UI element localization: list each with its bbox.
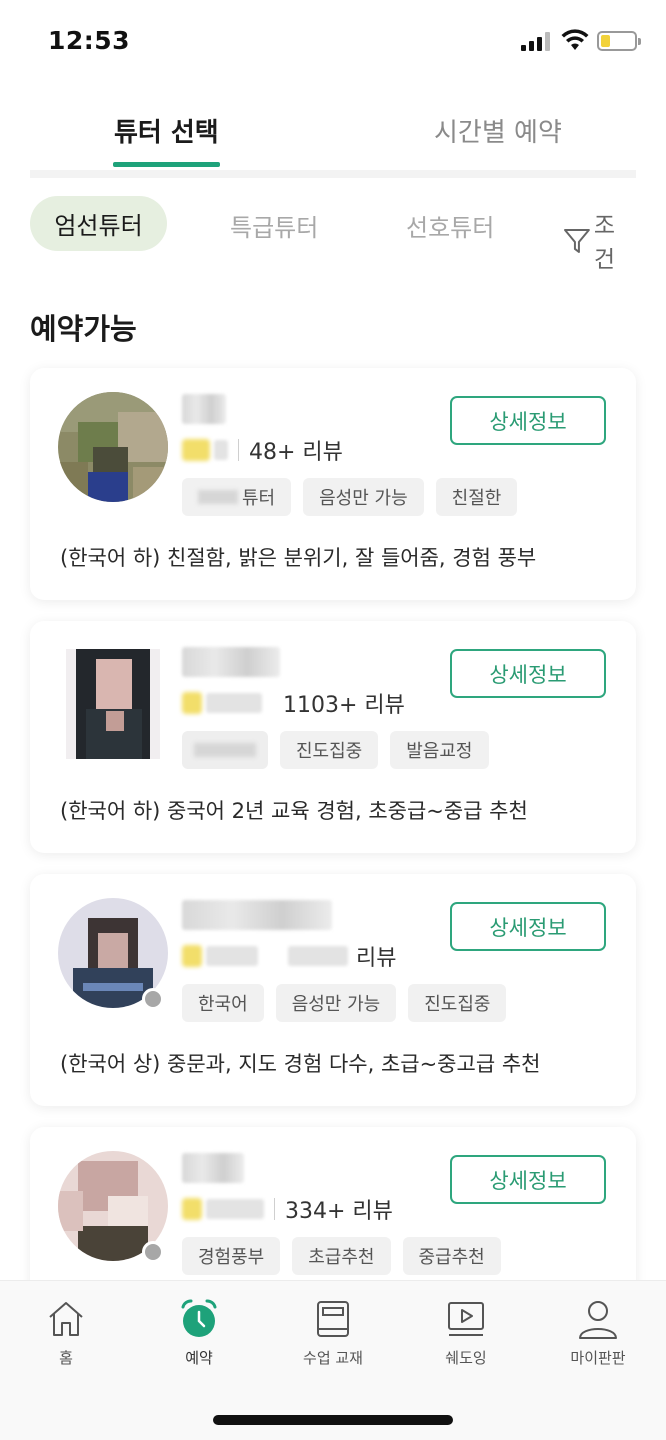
star-icon (182, 439, 210, 461)
detail-info-button[interactable]: 상세정보 (450, 1155, 606, 1204)
tag: 친절한 (435, 478, 518, 516)
star-icon (182, 692, 202, 714)
rating-row: 334+ 리뷰 (182, 1195, 393, 1224)
offline-status-dot (142, 988, 164, 1010)
tutor-avatar (66, 649, 160, 759)
tag: 진도집중 (408, 984, 507, 1022)
tutor-card[interactable]: 리뷰 한국어 음성만 가능 진도집중 상세정보 (한국어 상) 중문과, 지도 … (30, 874, 636, 1106)
tutor-name (182, 394, 226, 424)
nav-textbook[interactable]: 수업 교재 (283, 1297, 383, 1368)
tag: 튜터 (182, 478, 292, 516)
filter-chip-premium[interactable]: 특급튜터 (230, 208, 318, 243)
review-count: 334+ 리뷰 (285, 1199, 393, 1224)
nav-home[interactable]: 홈 (16, 1297, 116, 1368)
filter-chip-favorite[interactable]: 선호튜터 (406, 208, 494, 243)
detail-info-button[interactable]: 상세정보 (450, 396, 606, 445)
tutor-description: (한국어 하) 중국어 2년 교육 경험, 초중급~중급 추천 (60, 799, 528, 823)
tutor-card[interactable]: 1103+ 리뷰 진도집중 발음교정 상세정보 (한국어 하) 중국어 2년 교… (30, 621, 636, 853)
tag: 한국어 (182, 984, 264, 1022)
detail-info-button[interactable]: 상세정보 (450, 902, 606, 951)
review-count: 1103+ 리뷰 (283, 693, 405, 718)
tag: 진도집중 (280, 731, 379, 769)
tutor-avatar (58, 392, 168, 502)
tutor-name (182, 647, 280, 677)
top-tabs: 튜터 선택 시간별 예약 (30, 96, 636, 178)
battery-icon (597, 31, 641, 51)
tag-list: 튜터 음성만 가능 친절한 (182, 478, 518, 516)
condition-label: 조건 (593, 213, 616, 273)
active-tab-indicator (113, 162, 220, 167)
star-icon (182, 945, 202, 967)
home-indicator (213, 1415, 453, 1425)
rating-row: 리뷰 (182, 942, 397, 971)
tutor-name (182, 900, 332, 930)
nav-my-page[interactable]: 마이판판 (548, 1297, 648, 1368)
tag: 음성만 가능 (275, 984, 397, 1022)
alarm-clock-icon (181, 1299, 217, 1337)
nav-shadowing[interactable]: 쉐도잉 (416, 1297, 516, 1368)
tab-tutor-select[interactable]: 튜터 선택 (114, 112, 219, 149)
tag (182, 731, 268, 769)
tag: 초급추천 (292, 1237, 391, 1275)
rating-row: 1103+ 리뷰 (182, 689, 405, 718)
status-bar: 12:53 (0, 0, 666, 80)
person-icon (579, 1301, 617, 1339)
tutor-description: (한국어 하) 친절함, 밝은 분위기, 잘 들어줌, 경험 풍부 (60, 546, 537, 570)
tutor-description: (한국어 상) 중문과, 지도 경험 다수, 초급~중고급 추천 (60, 1052, 541, 1076)
status-time: 12:53 (48, 26, 131, 55)
filter-chip-curated[interactable]: 엄선튜터 (30, 196, 167, 251)
wifi-icon (561, 28, 589, 52)
tab-divider (30, 170, 636, 178)
detail-info-button[interactable]: 상세정보 (450, 649, 606, 698)
tutor-card[interactable]: 48+ 리뷰 튜터 음성만 가능 친절한 상세정보 (한국어 하) 친절함, 밝… (30, 368, 636, 600)
tutor-name (182, 1153, 244, 1183)
video-play-icon (448, 1302, 484, 1336)
home-icon (49, 1302, 83, 1336)
filter-bar: 엄선튜터 특급튜터 선호튜터 조건 (30, 196, 636, 273)
condition-filter-button[interactable]: 조건 (562, 206, 636, 274)
tag: 중급추천 (402, 1237, 501, 1275)
rating-row: 48+ 리뷰 (182, 436, 343, 465)
review-count: 리뷰 (356, 946, 397, 971)
section-title: 예약가능 (30, 312, 137, 346)
cellular-signal-icon (521, 31, 551, 51)
filter-funnel-icon (563, 229, 590, 253)
tag-list: 진도집중 발음교정 (182, 731, 489, 769)
tag: 발음교정 (390, 731, 489, 769)
tag: 음성만 가능 (303, 478, 424, 516)
book-icon (317, 1301, 349, 1337)
review-count: 48+ 리뷰 (249, 440, 343, 465)
tag-list: 한국어 음성만 가능 진도집중 (182, 984, 507, 1022)
tab-time-booking[interactable]: 시간별 예약 (434, 112, 562, 149)
nav-booking[interactable]: 예약 (149, 1297, 249, 1368)
offline-status-dot (142, 1241, 164, 1263)
tag-list: 경험풍부 초급추천 중급추천 (182, 1237, 501, 1275)
star-icon (182, 1198, 202, 1220)
tag: 경험풍부 (182, 1237, 281, 1275)
